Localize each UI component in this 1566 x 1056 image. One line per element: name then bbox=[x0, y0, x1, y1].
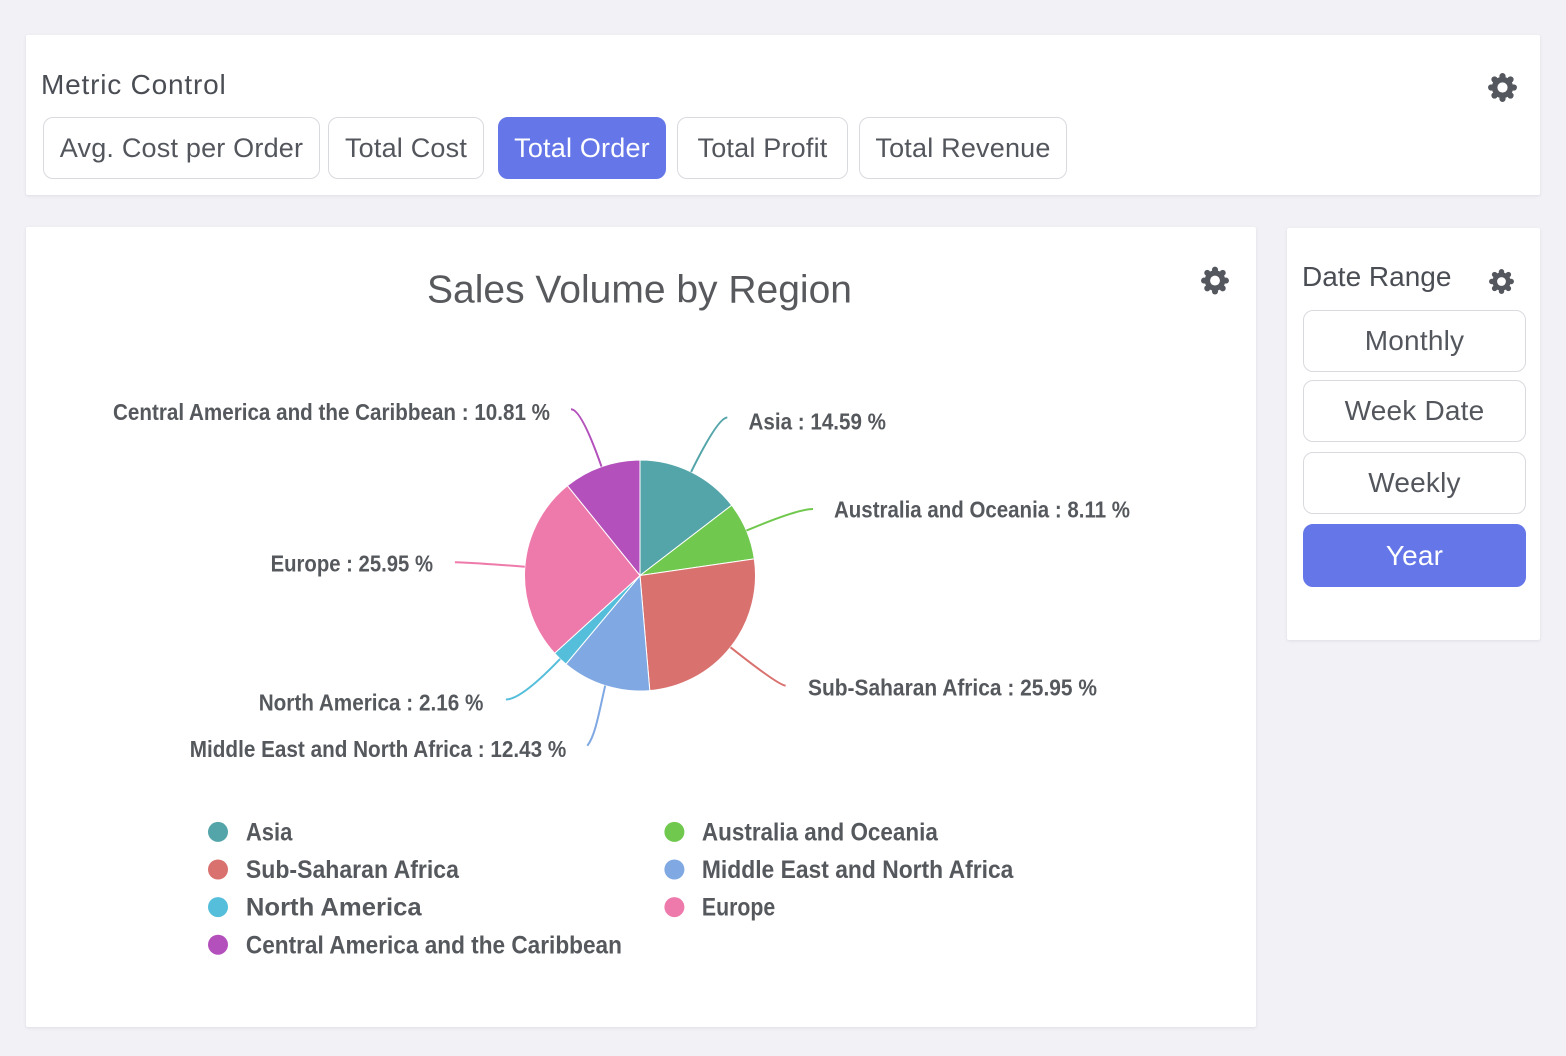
svg-text:Asia : 14.59 %: Asia : 14.59 % bbox=[749, 409, 887, 435]
svg-text:Australia and Oceania: Australia and Oceania bbox=[702, 819, 939, 847]
svg-text:Asia: Asia bbox=[246, 819, 293, 847]
svg-text:Europe : 25.95 %: Europe : 25.95 % bbox=[271, 550, 433, 576]
svg-text:Central America and the Caribb: Central America and the Caribbean : 10.8… bbox=[113, 399, 550, 425]
svg-text:Sub-Saharan Africa : 25.95 %: Sub-Saharan Africa : 25.95 % bbox=[808, 675, 1097, 701]
svg-text:North America: North America bbox=[246, 894, 423, 922]
svg-text:Central America and the Caribb: Central America and the Caribbean bbox=[246, 931, 622, 959]
svg-text:Europe: Europe bbox=[702, 894, 775, 922]
svg-text:North America : 2.16 %: North America : 2.16 % bbox=[259, 690, 484, 716]
svg-text:Middle East and North Africa: Middle East and North Africa bbox=[702, 856, 1014, 884]
svg-text:Sales Volume by Region: Sales Volume by Region bbox=[427, 269, 852, 312]
svg-text:Australia and Oceania : 8.11 %: Australia and Oceania : 8.11 % bbox=[834, 497, 1130, 523]
svg-text:Sub-Saharan Africa: Sub-Saharan Africa bbox=[246, 856, 460, 884]
svg-text:Middle East and North Africa :: Middle East and North Africa : 12.43 % bbox=[190, 736, 567, 762]
